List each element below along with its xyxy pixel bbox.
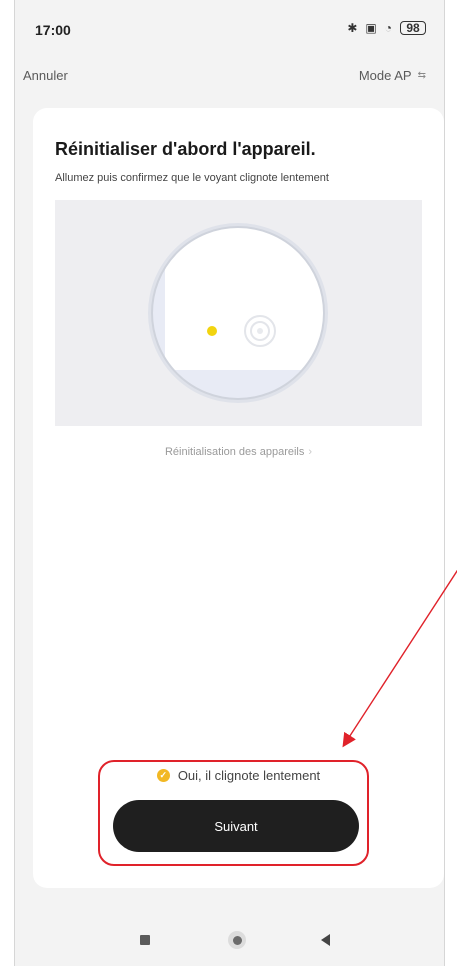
led-indicator	[207, 326, 217, 336]
nfc-icon: ▣	[365, 21, 377, 35]
home-icon[interactable]	[228, 931, 246, 949]
mode-ap-label: Mode AP	[358, 68, 412, 83]
page-subtitle: Allumez puis confirmez que le voyant cli…	[55, 172, 329, 184]
confirm-checkbox-row[interactable]: ✓ Oui, il clignote lentement	[33, 768, 444, 783]
bluetooth-icon: ✱	[347, 21, 358, 35]
swap-icon: ⇆	[417, 70, 426, 81]
cancel-button[interactable]: Annuler	[23, 68, 68, 83]
phone-screen: 17:00 ✱ ▣ ◔ 98 Annuler Mode AP ⇆ Réiniti…	[14, 0, 445, 966]
wifi-icon: ◔	[384, 21, 392, 35]
status-bar: 17:00 ✱ ▣ ◔ 98	[15, 0, 444, 62]
next-button[interactable]: Suivant	[113, 800, 359, 852]
device-led-blinking-illustration	[55, 200, 422, 426]
status-icons: ✱ ▣ ◔ 98	[347, 21, 426, 35]
reset-devices-link[interactable]: Réinitialisation des appareils ›	[33, 446, 444, 458]
recent-apps-icon[interactable]	[140, 935, 150, 945]
device-led-illustration	[55, 200, 422, 426]
confirm-checkbox-label: Oui, il clignote lentement	[177, 768, 321, 783]
mode-ap-button[interactable]: Mode AP ⇆	[359, 68, 426, 83]
battery-icon: 98	[400, 21, 426, 35]
chevron-right-icon: ›	[308, 446, 313, 458]
status-time: 17:00	[35, 22, 71, 38]
reset-devices-label: Réinitialisation des appareils	[164, 446, 305, 458]
reset-card: Réinitialiser d'abord l'appareil. Allume…	[33, 108, 444, 888]
top-nav: Annuler Mode AP ⇆	[15, 62, 444, 92]
system-nav-bar	[15, 900, 444, 966]
back-icon[interactable]	[321, 934, 330, 946]
page-title: Réinitialiser d'abord l'appareil.	[55, 139, 316, 159]
check-icon[interactable]: ✓	[156, 769, 170, 782]
